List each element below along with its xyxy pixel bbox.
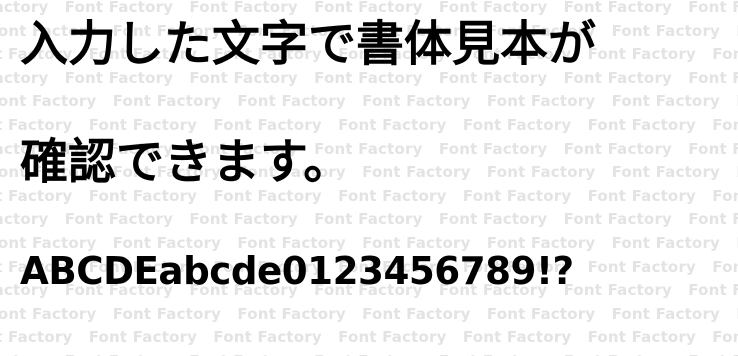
watermark-row: Font Factory Font Factory Font Factory F… — [0, 210, 738, 229]
watermark-row: Font Factory Font Factory Font Factory F… — [0, 352, 738, 356]
watermark-row: Font Factory Font Factory Font Factory F… — [0, 0, 738, 16]
watermark-row: Font Factory Font Factory Font Factory F… — [0, 116, 738, 134]
watermark-row: Font Factory Font Factory Font Factory F… — [0, 304, 738, 323]
watermark-row: Font Factory Font Factory Font Factory F… — [0, 92, 738, 111]
watermark-row: Font Factory Font Factory Font Factory F… — [0, 328, 738, 347]
sample-text-line-1: 入力した文字で書体見本が — [20, 16, 597, 72]
sample-text-line-2: 確認できます。 — [20, 134, 352, 190]
sample-text-line-3: ABCDEabcde0123456789!? — [20, 249, 574, 293]
